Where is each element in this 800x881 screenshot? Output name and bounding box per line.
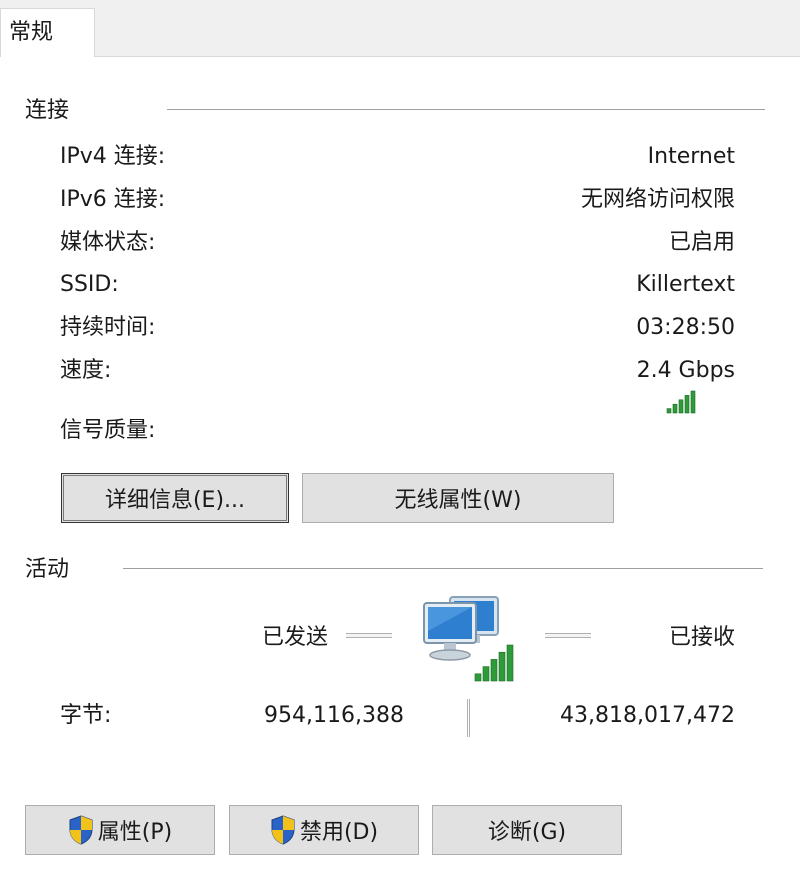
general-panel: 连接 IPv4 连接: Internet IPv6 连接: 无网络访问权限 媒体…	[0, 57, 800, 881]
bytes-sent-value: 954,116,388	[264, 703, 404, 728]
signal-bar	[672, 403, 678, 414]
tab-general[interactable]: 常规	[0, 8, 95, 58]
connection-group-line	[167, 109, 765, 110]
signal-bars	[666, 390, 696, 414]
signal-quality-label: 信号质量:	[60, 418, 156, 443]
shield-icon	[271, 815, 295, 845]
signal-bar	[482, 666, 490, 682]
media-state-value: 已启用	[668, 230, 735, 255]
signal-bars-large	[474, 644, 514, 682]
details-button[interactable]: 详细信息(E)...	[61, 473, 289, 523]
media-state-label: 媒体状态:	[60, 230, 156, 255]
wireless-properties-button[interactable]: 无线属性(W)	[302, 473, 614, 523]
duration-label: 持续时间:	[60, 315, 156, 340]
duration-value: 03:28:50	[636, 315, 735, 340]
ssid-value: Killertext	[636, 272, 735, 297]
signal-bar	[666, 408, 672, 414]
signal-bar	[678, 399, 684, 414]
signal-bar	[506, 644, 514, 682]
diagnose-button[interactable]: 诊断(G)	[432, 805, 622, 855]
ssid-label: SSID:	[60, 272, 119, 297]
sent-connector-line	[346, 633, 392, 638]
ipv6-label: IPv6 连接:	[60, 187, 166, 212]
sent-label: 已发送	[262, 625, 329, 650]
activity-group-title: 活动	[25, 557, 70, 582]
disable-button-label: 禁用(D)	[299, 820, 379, 845]
properties-button[interactable]: 属性(P)	[25, 805, 215, 855]
signal-strength-icon	[666, 390, 696, 414]
signal-bar	[498, 651, 506, 682]
speed-value: 2.4 Gbps	[636, 358, 735, 383]
network-computers-icon	[423, 596, 514, 682]
disable-button[interactable]: 禁用(D)	[229, 805, 419, 855]
shield-icon	[69, 815, 93, 845]
signal-bar	[474, 673, 482, 682]
received-label: 已接收	[668, 625, 735, 650]
ipv4-value: Internet	[647, 144, 735, 169]
connection-group-title: 连接	[25, 98, 70, 123]
speed-label: 速度:	[60, 358, 112, 383]
ipv6-value: 无网络访问权限	[580, 187, 735, 212]
signal-bar	[490, 659, 498, 682]
ipv4-label: IPv4 连接:	[60, 144, 166, 169]
tab-strip: 常规	[0, 0, 800, 58]
properties-button-label: 属性(P)	[97, 820, 173, 845]
signal-bar	[684, 395, 690, 414]
received-connector-line	[545, 633, 591, 638]
activity-divider	[467, 699, 470, 737]
signal-bar	[690, 390, 696, 414]
bytes-received-value: 43,818,017,472	[560, 703, 735, 728]
bytes-label: 字节:	[60, 703, 112, 728]
activity-group-line	[123, 568, 763, 569]
